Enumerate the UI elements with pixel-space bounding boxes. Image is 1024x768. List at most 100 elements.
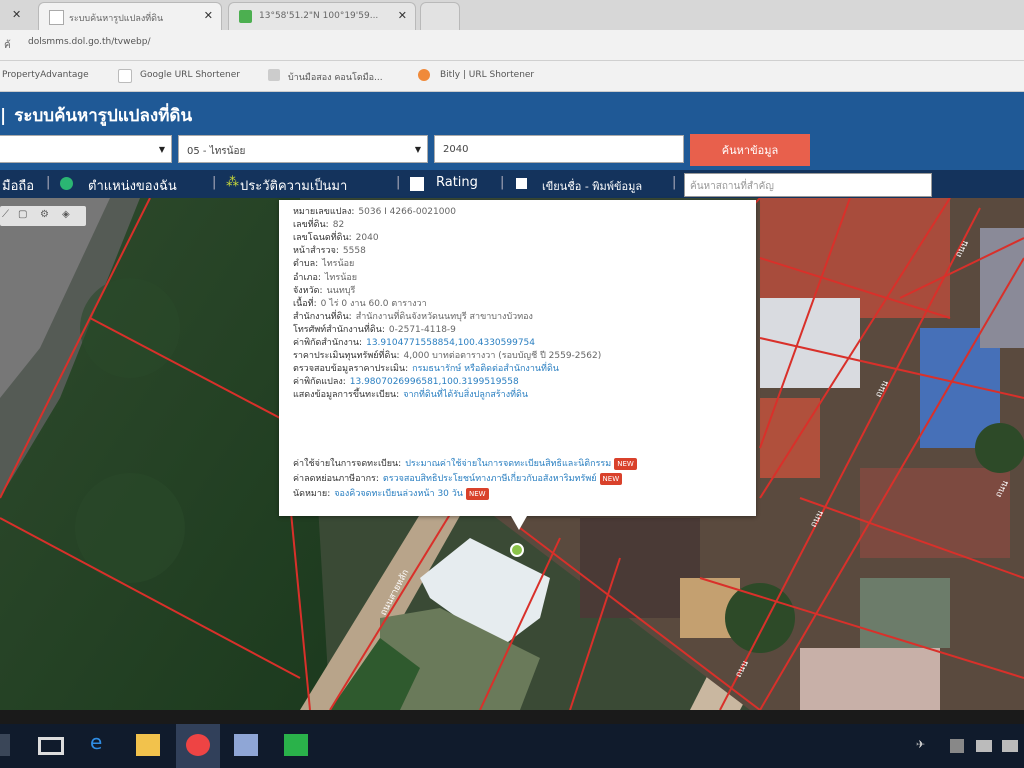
url-field[interactable]: dolsmms.dol.go.th/tvwebp/: [28, 37, 150, 47]
parcel-info-label: เนื้อที่:: [293, 298, 317, 309]
service-label: ค่าลดหย่อนภาษีอากร:: [293, 474, 379, 484]
parcel-info-value: 4,000 บาทต่อตารางวา (รอบบัญชี ปี 2559-25…: [403, 351, 602, 362]
parcel-info-label: แสดงข้อมูลการขึ้นทะเบียน:: [293, 390, 400, 401]
battery-icon[interactable]: [976, 740, 992, 752]
line-app-icon[interactable]: [284, 734, 308, 756]
chrome-icon[interactable]: [186, 734, 210, 756]
volume-icon[interactable]: [1002, 740, 1018, 752]
parcel-info-row: แสดงข้อมูลการขึ้นทะเบียน: จากที่ดินที่ได้…: [293, 389, 528, 401]
bookmark-item[interactable]: บ้านมือสอง คอนโดมือ...: [288, 70, 383, 84]
new-badge: NEW: [465, 488, 489, 500]
app-icon[interactable]: [234, 734, 258, 756]
toolbar-mobile[interactable]: มือถือ: [2, 175, 34, 196]
service-row: ค่าใช้จ่ายในการจดทะเบียน: ประมาณค่าใช้จ่า…: [293, 458, 637, 470]
windows-taskbar: e ✈: [0, 724, 1024, 768]
toolbar-rating[interactable]: Rating: [436, 175, 478, 190]
bookmark-item[interactable]: PropertyAdvantage: [2, 70, 89, 80]
new-badge: NEW: [599, 473, 623, 485]
service-link[interactable]: จองคิวจดทะเบียนล่วงหน้า 30 วัน: [334, 489, 463, 499]
app-header: | ระบบค้นหารูปแปลงที่ดิน: [0, 92, 1024, 134]
edge-icon[interactable]: e: [90, 730, 114, 754]
parcel-info-label: เลขที่ดิน:: [293, 220, 329, 231]
layers-icon[interactable]: ◈: [62, 209, 70, 220]
service-row: ค่าลดหย่อนภาษีอากร: ตรวจสอบสิทธิประโยชน์ท…: [293, 473, 623, 485]
parcel-info-row: อำเภอ: ไทรน้อย: [293, 272, 357, 284]
parcel-info-label: ตรวจสอบข้อมูลราคาประเมิน:: [293, 364, 409, 375]
province-select[interactable]: ▼: [0, 135, 172, 163]
bookmark-page-icon: [268, 69, 280, 81]
parcel-number-input[interactable]: 2040: [434, 135, 684, 163]
chevron-down-icon: ▼: [414, 145, 421, 154]
new-tab-button[interactable]: [420, 2, 460, 30]
browser-tab-active[interactable]: ระบบค้นหารูปแปลงที่ดิน ✕: [38, 2, 222, 30]
parcel-info-value: 2040: [355, 233, 379, 244]
service-link[interactable]: ประมาณค่าใช้จ่ายในการจดทะเบียนสิทธิและนิ…: [405, 459, 611, 469]
parcel-info-row: ค่าพิกัดแปลง: 13.9807026996581,100.319951…: [293, 376, 519, 388]
service-link[interactable]: ตรวจสอบสิทธิประโยชน์ทางภาษีเกี่ยวกับอสัง…: [383, 474, 597, 484]
parcel-info-label: อำเภอ:: [293, 272, 321, 283]
network-icon[interactable]: ✈: [916, 738, 930, 752]
parcel-info-label: จังหวัด:: [293, 285, 323, 296]
file-explorer-icon[interactable]: [136, 734, 160, 756]
task-view-icon[interactable]: [38, 737, 64, 755]
parcel-info-value: 5558: [342, 246, 366, 257]
parcel-info-row: ราคาประเมินทุนทรัพย์ที่ดิน: 4,000 บาทต่อต…: [293, 350, 601, 362]
parcel-info-row: เลขที่ดิน: 82: [293, 219, 344, 231]
bookmark-item[interactable]: Google URL Shortener: [140, 70, 240, 80]
back-icon[interactable]: ค้: [4, 38, 11, 53]
tab-title: 13°58'51.2"N 100°19'59...: [259, 11, 379, 21]
parcel-info-link[interactable]: จากที่ดินที่ได้รับสิ่งปลูกสร้างที่ดิน: [403, 390, 528, 400]
parcel-info-label: ค่าพิกัดแปลง:: [293, 377, 346, 388]
service-label: นัดหมาย:: [293, 489, 331, 499]
parcel-info-label: หน้าสำรวจ:: [293, 246, 339, 257]
rating-chart-icon: [410, 177, 424, 191]
parcel-info-value: 0-2571-4118-9: [388, 324, 456, 335]
service-row: นัดหมาย: จองคิวจดทะเบียนล่วงหน้า 30 วัน NE…: [293, 488, 489, 500]
tab-title: ระบบค้นหารูปแปลงที่ดิน: [69, 14, 164, 24]
bookmark-item[interactable]: Bitly | URL Shortener: [440, 70, 534, 80]
parcel-info-row: โทรศัพท์สำนักงานที่ดิน: 0-2571-4118-9: [293, 324, 456, 336]
district-select[interactable]: 05 - ไทรน้อย ▼: [178, 135, 428, 163]
parcel-info-value: ไทรน้อย: [322, 259, 355, 270]
parcel-info-label: โทรศัพท์สำนักงานที่ดิน:: [293, 324, 385, 335]
app-toolbar: มือถือ | ตำแหน่งของฉัน | ⁂ ประวัติความเป…: [0, 170, 1024, 198]
app-title: | ระบบค้นหารูปแปลงที่ดิน: [0, 106, 193, 126]
history-icon: ⁂: [226, 175, 239, 190]
toolbar-history[interactable]: ประวัติความเป็นมา: [240, 175, 347, 196]
close-tab-icon[interactable]: ✕: [398, 9, 407, 22]
map-tools: ⟋ ▢ ⚙ ◈: [0, 206, 86, 226]
parcel-info-link[interactable]: 13.9104771558854,100.4330599754: [366, 338, 535, 348]
parcel-info-link[interactable]: 13.9807026996581,100.3199519558: [350, 377, 519, 387]
browser-tab-maps[interactable]: 13°58'51.2"N 100°19'59... ✕: [228, 2, 416, 30]
place-search-input[interactable]: ค้นหาสถานที่สำคัญ: [684, 173, 932, 197]
measure-icon[interactable]: ⟋: [2, 209, 9, 220]
toolbar-my-location[interactable]: ตำแหน่งของฉัน: [88, 175, 177, 196]
zoom-box-icon[interactable]: ▢: [18, 209, 27, 220]
parcel-pin-icon[interactable]: [510, 543, 524, 557]
bookmarks-bar: PropertyAdvantage Google URL Shortener บ…: [0, 61, 1024, 92]
parcel-info-value: 5036 I 4266-0021000: [358, 207, 456, 217]
parcel-info-label: หมายเลขแปลง:: [293, 207, 355, 217]
parcel-info-row: สำนักงานที่ดิน: สำนักงานที่ดินจังหวัดนนทบ…: [293, 311, 533, 323]
maps-favicon-icon: [239, 10, 252, 23]
search-button[interactable]: ค้นหาข้อมูล: [690, 134, 810, 166]
settings-icon[interactable]: ⚙: [40, 209, 49, 220]
toolbar-print[interactable]: เขียนชื่อ - พิมพ์ข้อมูล: [542, 177, 642, 195]
parcel-info-link[interactable]: กรมธนารักษ์ หรือติดต่อสำนักงานที่ดิน: [412, 364, 559, 374]
parcel-info-value: สำนักงานที่ดินจังหวัดนนทบุรี สาขาบางบัวท…: [355, 311, 533, 322]
parcel-info-row: ตำบล: ไทรน้อย: [293, 258, 354, 270]
parcel-info-row: ค่าพิกัดสำนักงาน: 13.9104771558854,100.43…: [293, 337, 535, 349]
start-icon[interactable]: [0, 734, 10, 756]
close-icon[interactable]: ✕: [12, 8, 21, 21]
page-favicon-icon: [49, 10, 64, 25]
parcel-info-value: 0 ไร่ 0 งาน 60.0 ตารางวา: [320, 298, 427, 309]
chevron-down-icon: ▼: [158, 145, 165, 154]
browser-tab-strip: ✕ ระบบค้นหารูปแปลงที่ดิน ✕ 13°58'51.2"N …: [0, 0, 1024, 30]
close-tab-icon[interactable]: ✕: [204, 9, 213, 22]
parcel-info-label: ราคาประเมินทุนทรัพย์ที่ดิน:: [293, 351, 400, 362]
tray-icon[interactable]: [950, 739, 964, 753]
bitly-icon: [418, 69, 430, 81]
new-badge: NEW: [614, 458, 637, 470]
parcel-info-row: จังหวัด: นนทบุรี: [293, 285, 355, 297]
parcel-info-label: ตำบล:: [293, 259, 319, 270]
